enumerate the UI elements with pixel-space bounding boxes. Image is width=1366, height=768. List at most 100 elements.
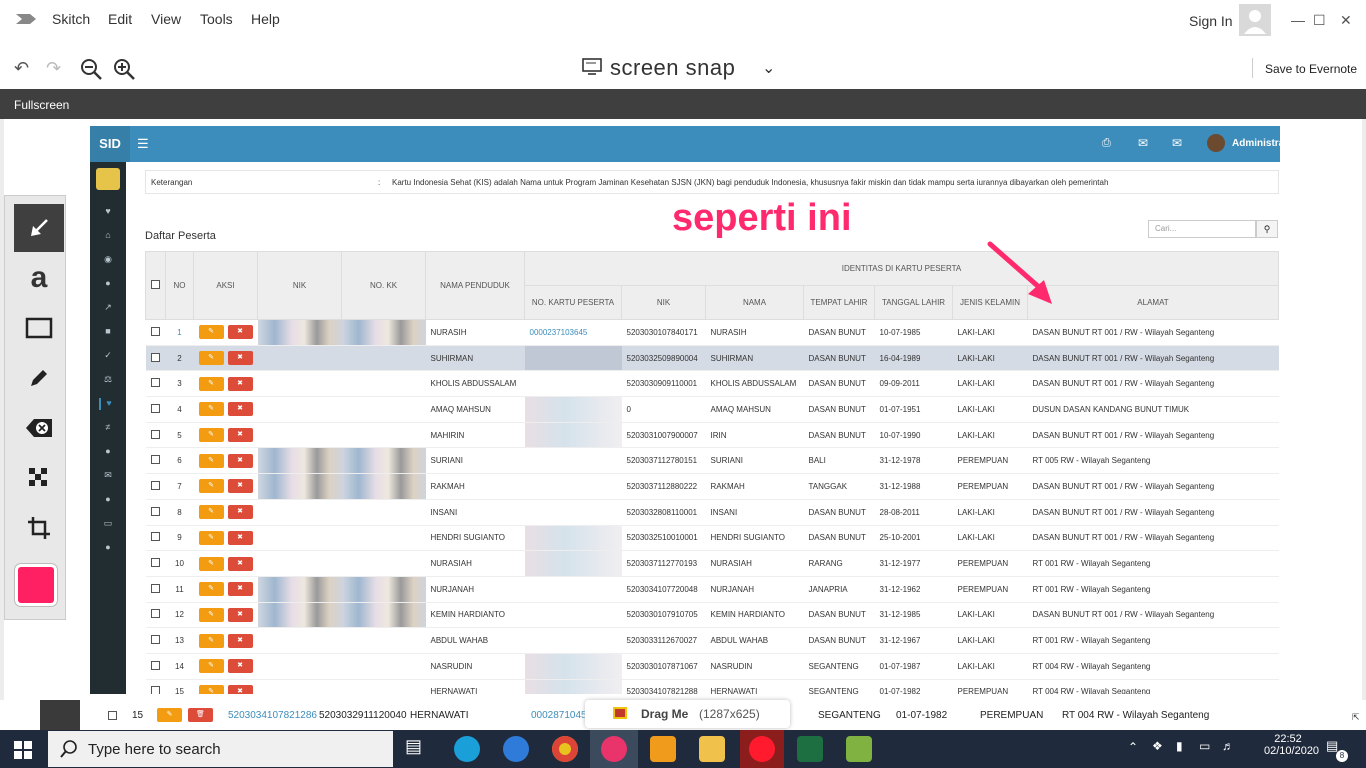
table-row[interactable]: 2 ✎ ✖ SUHIRMAN 5203032509890004 SUHIRMAN DASAN… xyxy=(145,345,1279,372)
row-checkbox[interactable] xyxy=(145,345,166,372)
row-kartu[interactable] xyxy=(524,447,622,475)
browser-icon[interactable] xyxy=(503,736,529,762)
delete-button[interactable]: ✖ xyxy=(227,479,253,494)
table-row[interactable]: 12 ✎ ✖ KEMIN HARDIANTO 5203030107910705 KEMIN… xyxy=(145,602,1279,629)
row-actions[interactable]: ✎ ✖ xyxy=(193,653,258,680)
chart-icon[interactable]: ↗ xyxy=(99,302,117,314)
row-actions[interactable]: ✎ ✖ xyxy=(193,576,258,603)
annotation-arrow-icon[interactable] xyxy=(980,236,1070,316)
annotation-text[interactable]: seperti ini xyxy=(672,197,852,240)
color-swatch[interactable] xyxy=(15,564,57,606)
row-actions[interactable]: ✎ ✖ xyxy=(193,602,258,629)
volume-icon[interactable]: ♬ xyxy=(1222,739,1234,753)
menu-view[interactable]: View xyxy=(151,11,181,27)
row-actions[interactable]: ✎ ✖ xyxy=(193,345,258,372)
row-kartu[interactable] xyxy=(524,627,622,654)
delete-button[interactable]: ✖ xyxy=(227,505,253,520)
select-all-checkbox[interactable] xyxy=(145,251,166,320)
edit-button[interactable]: ✎ xyxy=(198,351,224,366)
drag-me-handle[interactable]: Drag Me (1287x625) xyxy=(585,700,790,728)
row-actions[interactable]: ✎ ✖ xyxy=(193,473,258,500)
delete-button[interactable]: ✖ xyxy=(227,556,253,571)
skitch-icon[interactable] xyxy=(601,736,627,762)
row-checkbox[interactable] xyxy=(145,525,166,552)
row-checkbox[interactable] xyxy=(145,422,166,449)
file-explorer-icon[interactable] xyxy=(699,736,725,762)
row-actions[interactable]: ✎ ✖ xyxy=(193,627,258,654)
sublime-icon[interactable] xyxy=(650,736,676,762)
table-row[interactable]: 10 ✎ ✖ NURASIAH 5203037112770193 NURASIAH RARA… xyxy=(145,550,1279,577)
menu-skitch[interactable]: Skitch xyxy=(52,11,90,27)
search-icon[interactable]: ⚲ xyxy=(1256,220,1278,238)
row-checkbox[interactable] xyxy=(145,679,166,694)
user-avatar-icon[interactable] xyxy=(1239,4,1271,36)
row-kartu[interactable] xyxy=(524,602,622,629)
row-actions[interactable]: ✎ ✖ xyxy=(193,679,258,694)
table-row[interactable]: 4 ✎ ✖ AMAQ MAHSUN 0 AMAQ MAHSUN DASAN BUNUT 01-… xyxy=(145,396,1279,423)
delete-button[interactable]: 🗑 xyxy=(188,708,213,722)
row-actions[interactable]: ✎ ✖ xyxy=(193,422,258,449)
row-kartu[interactable] xyxy=(524,499,622,526)
table-row[interactable]: 13 ✎ ✖ ABDUL WAHAB 5203033112670027 ABDUL WAH… xyxy=(145,627,1279,654)
redo-icon[interactable]: ↷ xyxy=(46,58,61,79)
zoom-out-icon[interactable] xyxy=(80,58,104,82)
row-actions[interactable]: ✎ ✖ xyxy=(193,319,258,346)
row-checkbox[interactable] xyxy=(145,473,166,500)
pixelate-tool-icon[interactable] xyxy=(14,454,64,502)
edit-button[interactable]: ✎ xyxy=(157,708,182,722)
sid-logo[interactable]: SID xyxy=(90,126,130,162)
row-kartu[interactable] xyxy=(524,679,622,694)
health-heart-icon[interactable]: ♥ xyxy=(99,398,117,410)
row-checkbox[interactable] xyxy=(145,576,166,603)
sign-in-link[interactable]: Sign In xyxy=(1189,13,1233,29)
row-kartu[interactable] xyxy=(524,576,622,603)
row-kartu[interactable]: 0000237103645 xyxy=(524,319,622,346)
delete-button[interactable]: ✖ xyxy=(227,402,253,417)
print-icon[interactable]: ⎙ xyxy=(1102,137,1111,150)
menu-tools[interactable]: Tools xyxy=(200,11,233,27)
delete-button[interactable]: ✖ xyxy=(227,607,253,622)
delete-button[interactable]: ✖ xyxy=(227,633,253,648)
battery-icon[interactable]: ▮ xyxy=(1176,739,1183,753)
home-icon[interactable]: ⌂ xyxy=(99,230,117,242)
row-actions[interactable]: ✎ ✖ xyxy=(193,370,258,398)
row-kartu[interactable] xyxy=(524,422,622,449)
document-title[interactable]: screen snap xyxy=(610,55,735,81)
edit-button[interactable]: ✎ xyxy=(198,633,224,648)
row-checkbox[interactable] xyxy=(145,653,166,680)
text-tool-icon[interactable]: a xyxy=(14,254,64,302)
row-kartu[interactable] xyxy=(524,345,622,372)
table-row[interactable]: 6 ✎ ✖ SURIANI 5203037112780151 SURIANI BALI 31-… xyxy=(145,447,1279,475)
table-row[interactable]: 5 ✎ ✖ MAHIRIN 5203031007900007 IRIN DASAN BUNU… xyxy=(145,422,1279,449)
edit-button[interactable]: ✎ xyxy=(198,530,224,545)
edit-button[interactable]: ✎ xyxy=(198,582,224,597)
delete-button[interactable]: ✖ xyxy=(227,684,253,694)
heart-icon[interactable]: ♥ xyxy=(99,206,117,218)
delete-button[interactable]: ✖ xyxy=(227,376,253,391)
row-checkbox[interactable] xyxy=(108,711,117,720)
delete-button[interactable]: ✖ xyxy=(227,453,253,468)
delete-button[interactable]: ✖ xyxy=(227,325,253,340)
row-kartu[interactable] xyxy=(524,473,622,500)
row-checkbox[interactable] xyxy=(145,447,166,475)
table-row[interactable]: 8 ✎ ✖ INSANI 5203032808110001 INSANI DASAN BUN… xyxy=(145,499,1279,526)
undo-icon[interactable]: ↶ xyxy=(14,58,29,79)
chat-icon[interactable]: ✉ xyxy=(1138,136,1148,150)
edit-button[interactable]: ✎ xyxy=(198,556,224,571)
drag-kartu[interactable]: 0002871045 xyxy=(531,710,587,721)
check-icon[interactable]: ✓ xyxy=(99,350,117,362)
menu-edit[interactable]: Edit xyxy=(108,11,132,27)
envelope-icon[interactable]: ✉ xyxy=(99,470,117,482)
excel-icon[interactable] xyxy=(797,736,823,762)
delete-button[interactable]: ✖ xyxy=(227,351,253,366)
delete-button[interactable]: ✖ xyxy=(227,659,253,674)
table-row[interactable]: 1 ✎ ✖ NURASIH 0000237103645 5203030107840171 N… xyxy=(145,319,1279,346)
row-kartu[interactable] xyxy=(524,550,622,577)
fullscreen-button[interactable]: Fullscreen xyxy=(14,98,69,112)
taskbar-search-box[interactable]: Type here to search xyxy=(48,731,393,767)
desktop-icon[interactable]: ▭ xyxy=(99,518,117,530)
row-actions[interactable]: ✎ ✖ xyxy=(193,550,258,577)
row-checkbox[interactable] xyxy=(145,499,166,526)
row-kartu[interactable] xyxy=(524,396,622,423)
rectangle-tool-icon[interactable] xyxy=(14,304,64,352)
